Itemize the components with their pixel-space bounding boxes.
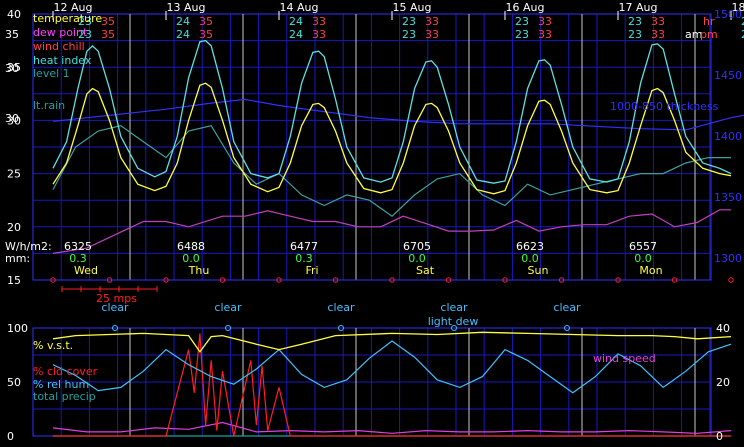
row1-max: 33 <box>312 15 326 28</box>
row1-max: 35 <box>101 15 115 28</box>
legend-wind-chill: wind chill <box>33 40 85 53</box>
wind-scale-label: 25 mps <box>96 292 137 305</box>
upper-left-tick-label: 15 <box>7 274 21 287</box>
upper-right-tick-label: 1400 <box>714 130 742 143</box>
row2-min: 23 <box>628 28 642 41</box>
upper-left-tick-label: 40 <box>7 8 21 21</box>
row2-max: 33 <box>538 28 552 41</box>
row1-max: 33 <box>425 15 439 28</box>
day-label: 14 Aug <box>280 1 319 14</box>
pm-label: pm <box>700 28 718 41</box>
weekday-label: Mon <box>639 264 662 277</box>
row2-min: 23 <box>402 28 416 41</box>
day-label: 15 Aug <box>393 1 432 14</box>
lower-left-tick-label: 50 <box>7 376 21 389</box>
row2-max: 33 <box>312 28 326 41</box>
row2-max: 35 <box>101 28 115 41</box>
row2-max: 33 <box>651 28 665 41</box>
sky-label: clear <box>327 301 355 314</box>
left-tick-30: 30 <box>5 62 19 75</box>
lower-left-tick-label: 100 <box>7 322 28 335</box>
row1-max: 33 <box>651 15 665 28</box>
weekday-label: Fri <box>305 264 318 277</box>
row2-max: 35 <box>199 28 213 41</box>
day-label: 13 Aug <box>167 1 206 14</box>
weekday-label: Thu <box>188 264 210 277</box>
upper-right-tick-label: 1300 <box>714 252 742 265</box>
upper-left-tick-label: 25 <box>7 168 21 181</box>
lower-right-tick-label: 0 <box>716 430 723 443</box>
sky-label: clear <box>214 301 242 314</box>
weekday-label: Wed <box>74 264 98 277</box>
upper-right-tick-label: 1350 <box>714 191 742 204</box>
legend-heat-index: heat index <box>33 54 92 67</box>
forecast-meteogram: 12 Aug13 Aug14 Aug15 Aug16 Aug17 Aug18 A… <box>0 0 744 447</box>
row1-min: 23 <box>402 15 416 28</box>
row2-max: 33 <box>425 28 439 41</box>
row1-min: 24 <box>176 15 190 28</box>
row2-min: 24 <box>176 28 190 41</box>
legend-lt-rain: lt.rain <box>33 99 65 112</box>
legend-level-1: level 1 <box>33 67 70 80</box>
legend-vst: % v.s.t. <box>33 339 73 352</box>
legend-temperature: temperature <box>33 12 102 25</box>
weekday-label: Sun <box>528 264 549 277</box>
upper-right-tick-label: 1500 <box>714 8 742 21</box>
lower-right-tick-label: 20 <box>716 376 730 389</box>
row1-max: 33 <box>538 15 552 28</box>
sky-extra-label: light dew <box>428 315 479 328</box>
weekday-label: Sat <box>416 264 435 277</box>
upper-left-tick-label: 20 <box>7 221 21 234</box>
row1-min: 23 <box>628 15 642 28</box>
day-label: 16 Aug <box>506 1 545 14</box>
row1-max: 35 <box>199 15 213 28</box>
sky-label: clear <box>553 301 581 314</box>
mm-label: mm: <box>5 252 30 265</box>
legend-total-precip: total precip <box>33 390 96 403</box>
left-tick-30b: 30 <box>5 112 19 125</box>
sky-label: clear <box>440 301 468 314</box>
row2-min: 24 <box>289 28 303 41</box>
lower-right-tick-label: 40 <box>716 322 730 335</box>
legend-dew-point: dew point <box>33 26 88 39</box>
day-label: 17 Aug <box>619 1 658 14</box>
legend-cloud-cover: % cld cover <box>33 365 98 378</box>
thickness-annotation: 1000-850 thickness <box>610 100 719 113</box>
row1-min: 23 <box>515 15 529 28</box>
row1-min: 24 <box>289 15 303 28</box>
row2-min: 23 <box>515 28 529 41</box>
lower-left-tick-label: 0 <box>7 430 14 443</box>
left-tick-35: 35 <box>5 28 19 41</box>
upper-right-tick-label: 1450 <box>714 69 742 82</box>
wind-speed-annotation: wind speed <box>593 352 656 365</box>
